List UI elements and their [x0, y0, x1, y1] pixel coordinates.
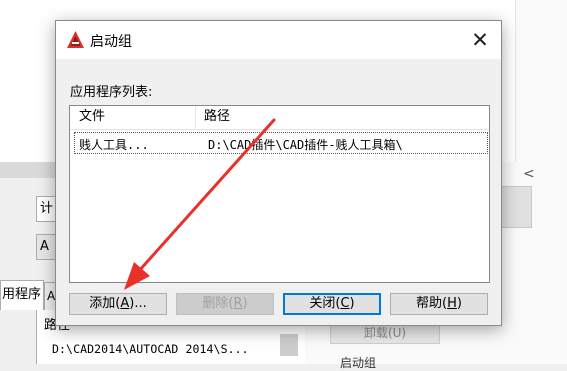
- background-list-row[interactable]: D:\CAD2014\AUTOCAD 2014\S...: [52, 342, 249, 356]
- startup-suite-dialog: 启动组 ✕ 应用程序列表: 文件 路径 贱人工具... D:\CAD插件\CAD…: [55, 20, 502, 326]
- remove-button-mnemonic: R: [233, 296, 243, 311]
- close-icon[interactable]: ✕: [463, 24, 497, 56]
- help-button[interactable]: 帮助(H): [390, 293, 488, 315]
- background-scrollbar-thumb[interactable]: [280, 334, 298, 356]
- dialog-titlebar[interactable]: 启动组 ✕: [56, 21, 501, 59]
- remove-button-label: 删除(: [202, 296, 234, 311]
- close-button-label: 关闭(: [309, 296, 341, 311]
- add-button-label: 添加(: [89, 296, 121, 311]
- close-button-suffix: ): [349, 296, 355, 311]
- help-button-suffix: ): [456, 296, 462, 311]
- background-tab2-label: A: [47, 289, 56, 303]
- close-button-mnemonic: C: [340, 296, 350, 311]
- list-header: 文件 路径: [70, 106, 489, 130]
- dialog-title: 启动组: [90, 34, 132, 50]
- background-field-2-text: A: [40, 239, 49, 254]
- help-button-label: 帮助(: [416, 296, 448, 311]
- list-item[interactable]: 贱人工具... D:\CAD插件\CAD插件-贱人工具箱\: [74, 132, 488, 154]
- remove-button[interactable]: 删除(R): [176, 293, 274, 315]
- chevron-left-icon[interactable]: <: [523, 166, 535, 182]
- remove-button-suffix: ): [242, 296, 248, 311]
- background-tab-applications[interactable]: 用程序: [0, 280, 44, 310]
- background-right-label: 启动组: [340, 356, 377, 370]
- column-header-file[interactable]: 文件: [70, 106, 196, 128]
- app-list-caption: 应用程序列表:: [70, 85, 153, 100]
- add-button-suffix: )...: [129, 296, 147, 311]
- close-button[interactable]: 关闭(C): [283, 293, 381, 315]
- background-tab-label: 用程序: [2, 287, 42, 302]
- autocad-app-icon: [67, 31, 84, 48]
- column-header-path[interactable]: 路径: [197, 106, 487, 128]
- help-button-mnemonic: H: [447, 296, 457, 311]
- add-button[interactable]: 添加(A)...: [69, 293, 167, 315]
- background-right-column: [515, 0, 567, 162]
- background-field-1-text: 计: [40, 201, 54, 216]
- list-item-path: D:\CAD插件\CAD插件-贱人工具箱\: [208, 138, 403, 152]
- add-button-mnemonic: A: [120, 296, 130, 311]
- application-list[interactable]: 文件 路径 贱人工具... D:\CAD插件\CAD插件-贱人工具箱\: [69, 105, 490, 283]
- list-item-file: 贱人工具...: [79, 138, 149, 152]
